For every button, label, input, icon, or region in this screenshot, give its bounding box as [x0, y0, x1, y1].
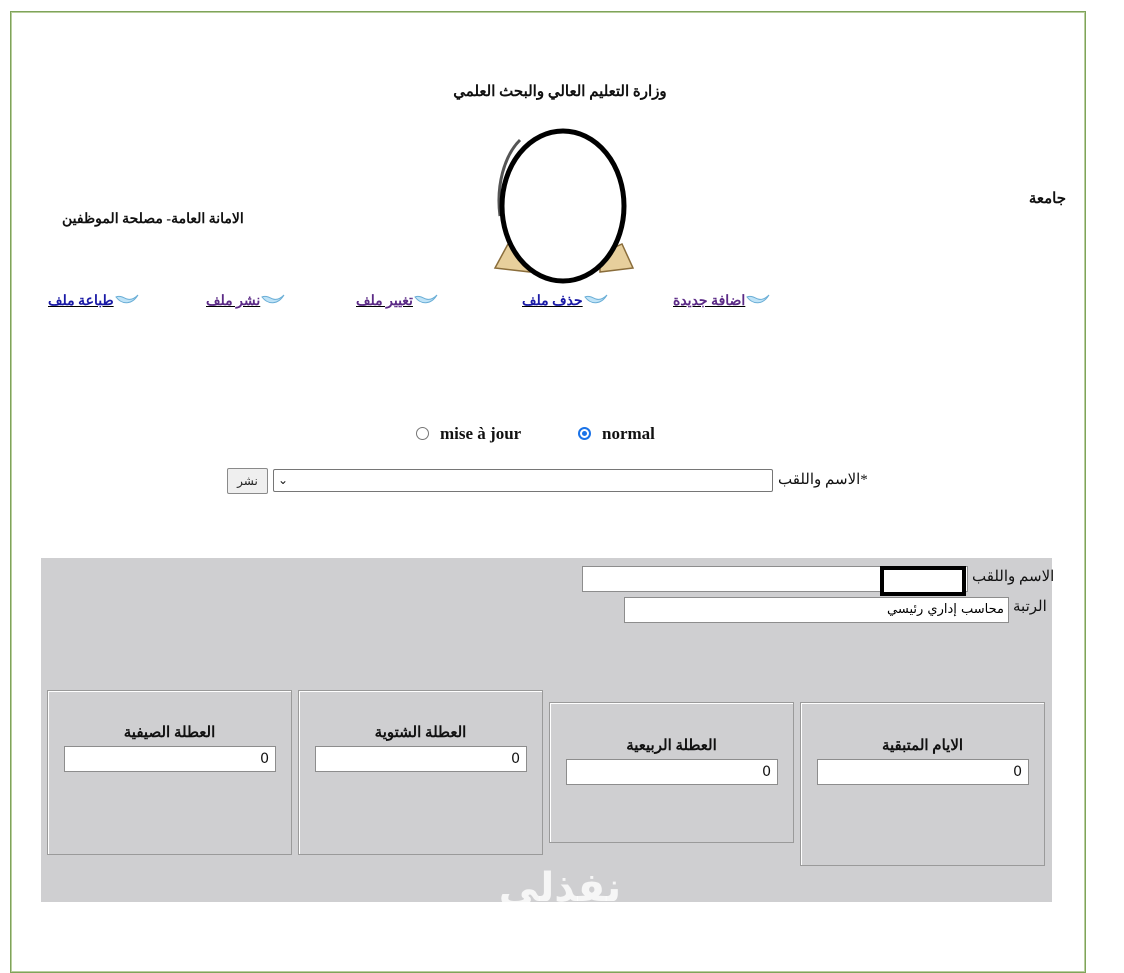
dove-icon	[414, 294, 438, 304]
radio-normal-label: normal	[602, 424, 655, 443]
rank-field-label: الرتبة	[1013, 599, 1047, 615]
secretariat-label: الامانة العامة- مصلحة الموظفين	[62, 212, 244, 227]
summer-leave-label: العطلة الصيفية	[123, 725, 216, 741]
watermark-arabic: نفذلي	[498, 865, 622, 911]
redaction-box	[880, 566, 966, 596]
winter-leave-input[interactable]: 0	[315, 746, 527, 772]
remaining-days-box: الايام المتبقية 0	[800, 702, 1045, 866]
remaining-days-label: الايام المتبقية	[881, 738, 964, 754]
watermark: نفذلي nafezly.com	[490, 866, 630, 928]
menu-publish-file-link[interactable]: نشر ملف	[206, 291, 286, 311]
summer-leave-box: العطلة الصيفية 0	[47, 690, 292, 855]
dove-icon	[261, 294, 285, 304]
radio-mise-a-jour[interactable]	[416, 427, 429, 440]
winter-leave-box: العطلة الشتوية 0	[298, 690, 543, 855]
university-label: جامعة	[1028, 191, 1066, 207]
name-select-label: *الاسم واللقب	[778, 472, 868, 488]
dove-icon	[583, 294, 608, 304]
dove-icon	[114, 294, 139, 304]
spring-leave-box: العطلة الربيعية 0	[549, 702, 794, 843]
logo-emblem	[493, 128, 635, 284]
spring-leave-label: العطلة الربيعية	[626, 738, 717, 754]
name-select[interactable]: ⌄	[273, 469, 773, 492]
watermark-latin: nafezly.com	[506, 908, 614, 929]
radio-mise-a-jour-label: mise à jour	[440, 424, 522, 443]
ministry-title: وزارة التعليم العالي والبحث العلمي	[453, 84, 667, 100]
remaining-days-input[interactable]: 0	[817, 759, 1029, 785]
spring-leave-input[interactable]: 0	[566, 759, 778, 785]
menu-change-file-link[interactable]: تغيير ملف	[356, 291, 439, 311]
menu-add-new-link[interactable]: اضافة جديدة	[673, 291, 771, 311]
winter-leave-label: العطلة الشتوية	[374, 725, 467, 741]
name-field-label: الاسم واللقب	[972, 569, 1055, 585]
menu-print-file-link[interactable]: طباعة ملف	[48, 291, 140, 311]
rank-field[interactable]: محاسب إداري رئيسي	[624, 597, 1009, 623]
summer-leave-input[interactable]: 0	[64, 746, 276, 772]
menu-delete-file-link[interactable]: حذف ملف	[522, 291, 609, 311]
dove-icon	[746, 294, 770, 304]
radio-normal[interactable]	[578, 427, 591, 440]
chevron-down-icon: ⌄	[278, 473, 289, 487]
publish-button[interactable]: نشر	[227, 468, 268, 494]
